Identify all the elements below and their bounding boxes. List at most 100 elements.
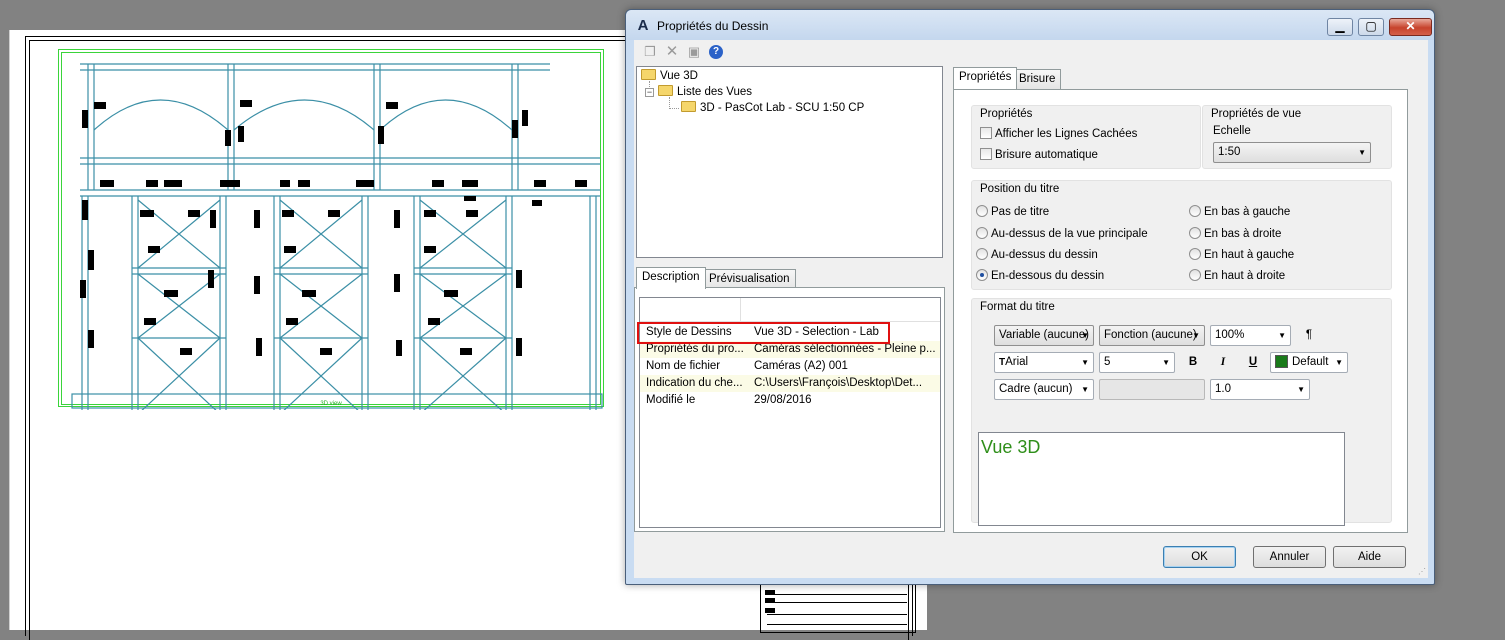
- paragraph-icon[interactable]: ¶: [1297, 325, 1321, 346]
- maximize-button[interactable]: ▢: [1358, 18, 1384, 36]
- checkbox-box: [980, 148, 992, 160]
- color-select[interactable]: Default ▼: [1270, 352, 1348, 373]
- frame-value: Cadre (aucun): [999, 383, 1073, 395]
- properties-panel: Propriétés Afficher les Lignes Cachées B…: [953, 89, 1408, 533]
- row-name: Modifié le: [646, 394, 696, 406]
- title-block-mark: [765, 590, 775, 595]
- chevron-down-icon: ▼: [1081, 331, 1089, 340]
- dialog-titlebar[interactable]: A Propriétés du Dessin ▁ ▢ ✕: [626, 10, 1434, 40]
- radio-label: En haut à gauche: [1204, 249, 1295, 261]
- views-tree[interactable]: Vue 3D − Liste des Vues 3D - PasCot Lab -…: [636, 66, 943, 258]
- radio-label: Au-dessus de la vue principale: [991, 228, 1148, 240]
- radio-dot: [1189, 227, 1201, 239]
- color-value: Default: [1292, 356, 1329, 368]
- font-select[interactable]: TArial ▼: [994, 352, 1094, 373]
- radio-en-bas-gauche[interactable]: En bas à gauche: [1189, 205, 1290, 219]
- chevron-down-icon: ▼: [1278, 331, 1286, 340]
- radio-dot: [1189, 269, 1201, 281]
- tab-description[interactable]: Description: [636, 267, 706, 289]
- radio-label: Pas de titre: [991, 206, 1050, 218]
- copy-icon[interactable]: ❐: [642, 44, 658, 60]
- radio-dot: [976, 205, 988, 217]
- bold-button[interactable]: B: [1181, 352, 1205, 373]
- description-header: [640, 298, 940, 322]
- dialog-title: Propriétés du Dessin: [657, 19, 769, 33]
- ratio-value: 1.0: [1215, 383, 1231, 395]
- title-block: [760, 583, 916, 633]
- radio-label: En bas à droite: [1204, 228, 1282, 240]
- function-select[interactable]: Fonction (aucune) ▼: [1099, 325, 1205, 346]
- radio-en-dessous-dessin[interactable]: En-dessous du dessin: [976, 269, 1104, 283]
- app-logo-icon: A: [637, 17, 649, 34]
- title-block-line: [767, 594, 907, 595]
- help-button[interactable]: Aide: [1333, 546, 1406, 568]
- tree-item-3d-view[interactable]: 3D - PasCot Lab - SCU 1:50 CP: [681, 100, 864, 116]
- italic-button[interactable]: I: [1211, 352, 1235, 373]
- title-block-mark: [765, 608, 775, 613]
- radio-en-haut-gauche[interactable]: En haut à gauche: [1189, 248, 1294, 262]
- chevron-down-icon: ▼: [1335, 358, 1343, 367]
- variable-select[interactable]: Variable (aucune) ▼: [994, 325, 1094, 346]
- ok-button[interactable]: OK: [1163, 546, 1236, 568]
- group-label: Propriétés de vue: [1211, 108, 1302, 120]
- row-name: Nom de fichier: [646, 360, 721, 372]
- resize-grip-icon[interactable]: ⋰: [1418, 567, 1426, 576]
- title-position-group: Position du titre Pas de titre Au-dessus…: [971, 180, 1392, 290]
- tab-proprietes[interactable]: Propriétés: [953, 67, 1018, 89]
- radio-label: En-dessous du dessin: [991, 270, 1105, 282]
- group-label: Format du titre: [980, 301, 1055, 313]
- dialog-client-area: ❐ ✕ ▣ ? Vue 3D − Liste des Vues 3D - PasC…: [634, 40, 1428, 578]
- highlight-box: [637, 322, 890, 344]
- radio-label: En bas à gauche: [1204, 206, 1291, 218]
- title-block-line: [767, 602, 907, 603]
- checkbox-label: Brisure automatique: [995, 149, 1098, 161]
- chevron-down-icon: ▼: [1358, 148, 1366, 157]
- chevron-down-icon: ▼: [1192, 331, 1200, 340]
- close-button[interactable]: ✕: [1389, 18, 1432, 36]
- ratio-select[interactable]: 1.0 ▼: [1210, 379, 1310, 400]
- function-value: Fonction (aucune): [1104, 329, 1197, 341]
- radio-au-dessus-vue-principale[interactable]: Au-dessus de la vue principale: [976, 227, 1148, 241]
- checkbox-label: Afficher les Lignes Cachées: [995, 128, 1138, 140]
- radio-label: Au-dessus du dessin: [991, 249, 1098, 261]
- radio-dot: [976, 227, 988, 239]
- tab-brisure[interactable]: Brisure: [1013, 69, 1062, 89]
- auto-break-checkbox[interactable]: Brisure automatique: [980, 148, 1098, 162]
- zoom-select[interactable]: 100% ▼: [1210, 325, 1291, 346]
- title-block-mark: [765, 598, 775, 603]
- cancel-button[interactable]: Annuler: [1253, 546, 1326, 568]
- radio-pas-de-titre[interactable]: Pas de titre: [976, 205, 1049, 219]
- table-row[interactable]: Indication du che... C:\Users\François\D…: [640, 375, 940, 392]
- description-list[interactable]: Style de Dessins Vue 3D - Selection - La…: [637, 297, 941, 528]
- save-icon[interactable]: ▣: [686, 44, 702, 60]
- radio-dot: [1189, 205, 1201, 217]
- radio-dot: [976, 248, 988, 260]
- radio-au-dessus-dessin[interactable]: Au-dessus du dessin: [976, 248, 1098, 262]
- title-preview-textarea[interactable]: Vue 3D: [978, 432, 1345, 526]
- delete-icon[interactable]: ✕: [664, 44, 680, 60]
- radio-en-bas-droite[interactable]: En bas à droite: [1189, 227, 1281, 241]
- tree-item-liste-des-vues[interactable]: − Liste des Vues: [645, 84, 752, 100]
- view-label: 3D view: [320, 401, 342, 407]
- tab-previsualisation[interactable]: Prévisualisation: [703, 269, 796, 289]
- scale-select[interactable]: 1:50 ▼: [1213, 142, 1371, 163]
- tree-item-label: Liste des Vues: [677, 86, 753, 98]
- table-row[interactable]: Nom de fichier Caméras (A2) 001: [640, 358, 940, 375]
- help-icon[interactable]: ?: [709, 45, 723, 59]
- font-size-select[interactable]: 5 ▼: [1099, 352, 1175, 373]
- frame-select[interactable]: Cadre (aucun) ▼: [994, 379, 1094, 400]
- chevron-down-icon: ▼: [1162, 358, 1170, 367]
- chevron-down-icon: ▼: [1081, 358, 1089, 367]
- minimize-button[interactable]: ▁: [1327, 18, 1353, 36]
- table-row[interactable]: Modifié le 29/08/2016: [640, 392, 940, 409]
- hidden-lines-checkbox[interactable]: Afficher les Lignes Cachées: [980, 127, 1137, 141]
- tree-item-label: 3D - PasCot Lab - SCU 1:50 CP: [700, 102, 865, 114]
- underline-button[interactable]: U: [1241, 352, 1265, 373]
- tree-item-label: Vue 3D: [660, 70, 698, 82]
- scale-label: Echelle: [1213, 125, 1251, 137]
- radio-en-haut-droite[interactable]: En haut à droite: [1189, 269, 1285, 283]
- group-label: Propriétés: [980, 108, 1033, 120]
- folder-icon: [641, 69, 656, 80]
- folder-icon: [681, 101, 696, 112]
- collapse-icon[interactable]: −: [645, 88, 654, 97]
